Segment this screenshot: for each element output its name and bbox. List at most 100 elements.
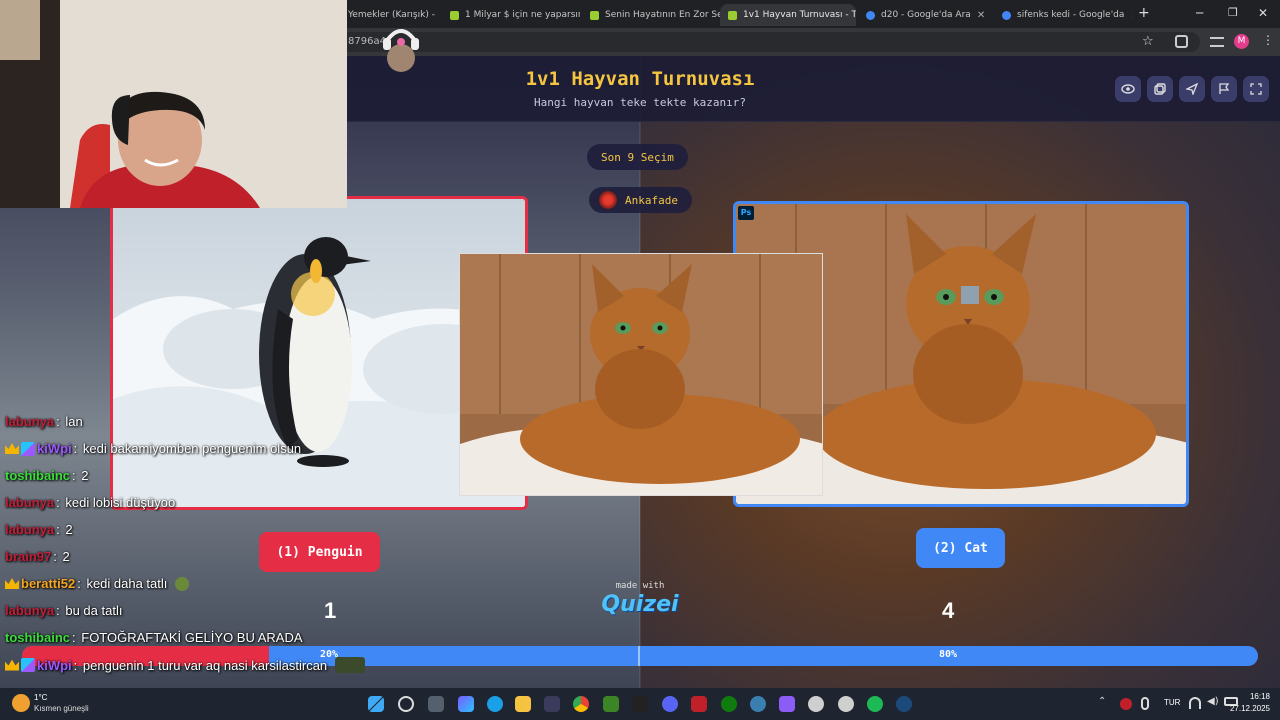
chat-text: kedi daha tatlı [86, 576, 168, 591]
round-label: Son 9 Seçim [587, 144, 688, 170]
choose-penguin-label: (1) Penguin [276, 544, 363, 560]
close-tab-icon[interactable]: ✕ [1124, 10, 1132, 21]
cat-headphones-sticker [382, 22, 420, 74]
weather-temp: 1°C [34, 693, 48, 702]
tab-title: d20 - Google'da Ara [881, 10, 971, 20]
weather-icon[interactable] [12, 694, 30, 712]
browser-tab[interactable]: Senin Hayatının En Zor Se✕ [582, 4, 720, 26]
flag-icon[interactable] [1211, 76, 1237, 102]
chat-message: toshibainc: FOTOĞRAFTAKİ GELİYO BU ARADA [5, 630, 303, 645]
tab-favicon-icon [450, 10, 459, 20]
fullscreen-icon[interactable] [1243, 76, 1269, 102]
choose-cat-label: (2) Cat [933, 540, 988, 556]
author-pill[interactable]: Ankafade [589, 187, 692, 213]
crown-badge-icon [5, 659, 19, 671]
reading-list-icon[interactable] [1210, 37, 1224, 47]
xbox-icon[interactable] [721, 696, 737, 712]
chat-username: labunya [5, 414, 55, 429]
file-explorer-icon[interactable] [515, 696, 531, 712]
chat-message: labunya: 2 [5, 522, 73, 537]
menu-kebab-icon[interactable]: ⋮ [1262, 33, 1274, 47]
choose-cat-button[interactable]: (2) Cat [916, 528, 1005, 568]
wifi-icon[interactable] [1189, 697, 1201, 709]
extensions-icon[interactable] [1175, 35, 1188, 48]
store-icon[interactable] [544, 696, 560, 712]
app-icon[interactable] [691, 696, 707, 712]
chat-text: 2 [65, 522, 73, 537]
browser-tab[interactable]: sifenks kedi - Google'da✕ [994, 4, 1132, 26]
chat-username: beratti52 [21, 576, 76, 591]
crown-badge-icon [5, 578, 19, 589]
steam-icon[interactable] [896, 696, 912, 712]
search-icon[interactable] [398, 696, 414, 712]
app-icon[interactable] [808, 696, 824, 712]
eye-icon[interactable] [1115, 76, 1141, 102]
close-tab-icon[interactable]: ✕ [435, 10, 440, 21]
windows-start-icon[interactable] [368, 696, 384, 712]
app-icon[interactable] [779, 696, 795, 712]
capcut-icon[interactable] [632, 696, 648, 712]
clock-date[interactable]: 27.12.2025 [1214, 704, 1270, 713]
round-label-text: Son 9 Seçim [601, 150, 674, 164]
tray-app-icon[interactable] [1120, 698, 1132, 710]
chat-username: brain97 [5, 549, 52, 564]
d20-sticker [961, 286, 979, 304]
clock-time[interactable]: 16:18 [1240, 692, 1270, 701]
bookmark-star-icon[interactable]: ☆ [1142, 34, 1154, 49]
copy-icon[interactable] [1147, 76, 1173, 102]
quizei-logo[interactable]: Quizei [590, 592, 690, 617]
tab-title: 1 Milyar $ için ne yaparsın [465, 10, 580, 20]
microphone-icon[interactable] [1141, 697, 1149, 710]
penguin-score: 1 [324, 598, 337, 623]
chat-message: kiWpi: kedi bakamiyomben penguenim olsun [5, 441, 301, 456]
minimize-icon[interactable]: ─ [1196, 6, 1203, 20]
chat-text: 2 [62, 549, 70, 564]
chat-message: brain97: 2 [5, 549, 70, 564]
discord-icon[interactable] [662, 696, 678, 712]
url-field[interactable]: 8796a4 [330, 32, 1200, 52]
cat-score: 4 [942, 598, 955, 623]
tray-overflow-icon[interactable]: ⌃ [1098, 696, 1106, 707]
chat-username: kiWpi [37, 657, 72, 673]
minecraft-icon[interactable] [603, 696, 619, 712]
author-name: Ankafade [625, 193, 678, 207]
chat-username: labunya [5, 603, 55, 618]
copilot-icon[interactable] [458, 696, 474, 712]
chat-username: toshibainc [5, 468, 71, 483]
crown-badge-icon [5, 443, 19, 454]
chat-message: kiWpi: penguenin 1 turu var aq nasi kars… [5, 657, 366, 673]
browser-tab[interactable]: d20 - Google'da Ara ✕ [858, 4, 992, 26]
windows-taskbar: 1°C Kısmen güneşli ⌃ TUR ◀) 16:18 27.12.… [0, 688, 1280, 720]
task-view-icon[interactable] [428, 696, 444, 712]
tab-title: 1v1 Hayvan Turnuvası - T [743, 10, 856, 20]
chrome-icon[interactable] [573, 696, 589, 712]
language-indicator[interactable]: TUR [1164, 698, 1180, 707]
profile-avatar[interactable]: M [1234, 34, 1249, 49]
edge-icon[interactable] [487, 696, 503, 712]
chat-text: 2 [81, 468, 89, 483]
chat-message: labunya: lan [5, 414, 83, 429]
cat-reference-image [459, 253, 823, 496]
tab-title: Senin Hayatının En Zor Se [605, 10, 720, 20]
restore-icon[interactable]: ❐ [1228, 6, 1238, 19]
close-tab-icon[interactable]: ✕ [971, 10, 985, 21]
made-with-text: made with [615, 581, 665, 591]
tab-favicon-icon [728, 10, 737, 20]
browser-tab[interactable]: 1 Milyar $ için ne yaparsın✕ [442, 4, 580, 26]
choose-penguin-button[interactable]: (1) Penguin [259, 532, 380, 572]
app-icon[interactable] [750, 696, 766, 712]
send-icon[interactable] [1179, 76, 1205, 102]
emote-icon [175, 576, 190, 591]
chat-message: beratti52: kedi daha tatlı [5, 576, 190, 591]
subscriber-badge-icon [21, 441, 35, 456]
spotify-icon[interactable] [867, 696, 883, 712]
chat-username: kiWpi [37, 441, 72, 456]
new-tab-icon[interactable]: + [1138, 5, 1150, 21]
photoshop-icon: Ps [738, 206, 754, 220]
url-text: 8796a4 [348, 36, 386, 47]
chat-text: FOTOĞRAFTAKİ GELİYO BU ARADA [81, 630, 303, 645]
close-window-icon[interactable]: ✕ [1258, 6, 1268, 20]
tab-title: sifenks kedi - Google'da [1017, 10, 1125, 20]
browser-tab-active[interactable]: 1v1 Hayvan Turnuvası - T✕ [720, 4, 856, 26]
obs-icon[interactable] [838, 696, 854, 712]
